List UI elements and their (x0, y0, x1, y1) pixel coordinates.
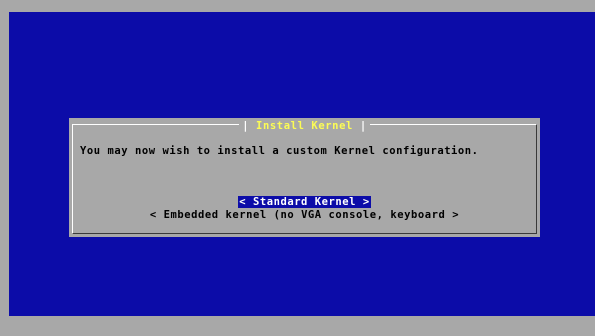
option-embedded-kernel-label: < Embedded kernel (no VGA console, keybo… (149, 209, 460, 221)
screen: | Install Kernel | You may now wish to i… (0, 0, 595, 336)
option-standard-kernel[interactable]: < Standard Kernel > (69, 196, 540, 209)
kernel-menu: < Standard Kernel > < Embedded kernel (n… (69, 196, 540, 222)
install-kernel-dialog: | Install Kernel | You may now wish to i… (69, 118, 540, 237)
option-embedded-kernel[interactable]: < Embedded kernel (no VGA console, keybo… (69, 209, 540, 222)
title-right-bar: | (359, 120, 367, 132)
dialog-message: You may now wish to install a custom Ker… (80, 145, 479, 157)
title-left-bar: | (242, 120, 250, 132)
dialog-title-wrap: | Install Kernel | (239, 120, 370, 132)
dialog-title: Install Kernel (256, 120, 353, 132)
dialog-title-bar: | Install Kernel | (69, 118, 540, 132)
option-standard-kernel-label: < Standard Kernel > (238, 196, 371, 208)
